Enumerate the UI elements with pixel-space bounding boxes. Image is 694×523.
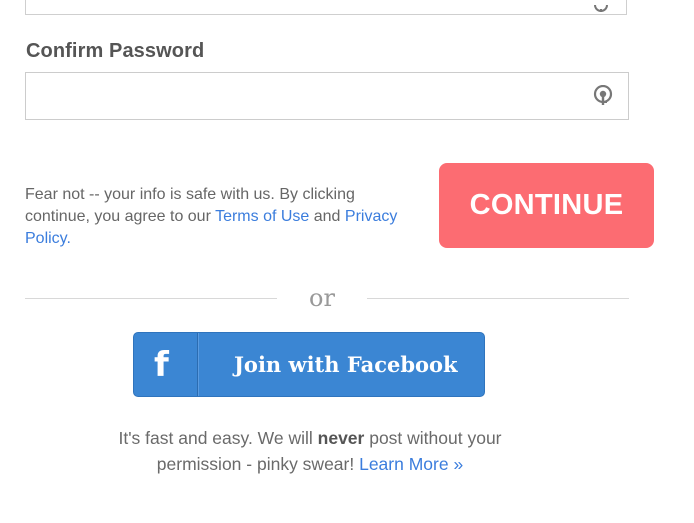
terms-of-use-link[interactable]: Terms of Use (215, 208, 309, 225)
facebook-icon-cell: f (134, 333, 198, 396)
terms-disclaimer: Fear not -- your info is safe with us. B… (25, 184, 415, 250)
confirm-password-field[interactable] (25, 72, 629, 120)
password-field-partial[interactable] (25, 0, 627, 15)
confirm-password-label: Confirm Password (26, 40, 205, 62)
facebook-icon: f (154, 345, 169, 385)
or-divider: or (25, 285, 629, 313)
key-icon[interactable] (592, 84, 614, 107)
learn-more-link[interactable]: Learn More » (359, 454, 463, 474)
confirm-password-input[interactable] (36, 74, 580, 120)
divider-line-right (367, 298, 629, 299)
join-with-facebook-button[interactable]: f Join with Facebook (133, 332, 485, 397)
continue-button[interactable]: CONTINUE (439, 163, 654, 248)
facebook-privacy-note: It's fast and easy. We will never post w… (80, 425, 540, 477)
note-never: never (317, 428, 365, 448)
note-text-1: It's fast and easy. We will (118, 428, 318, 448)
divider-or-label: or (309, 284, 335, 312)
divider-line-left (25, 298, 277, 299)
disclaimer-and: and (309, 208, 345, 225)
facebook-button-label: Join with Facebook (234, 352, 458, 377)
signup-form: Confirm Password Fear not -- your info i… (0, 0, 694, 523)
key-icon[interactable] (594, 2, 608, 12)
disclaimer-period: . (66, 230, 71, 247)
